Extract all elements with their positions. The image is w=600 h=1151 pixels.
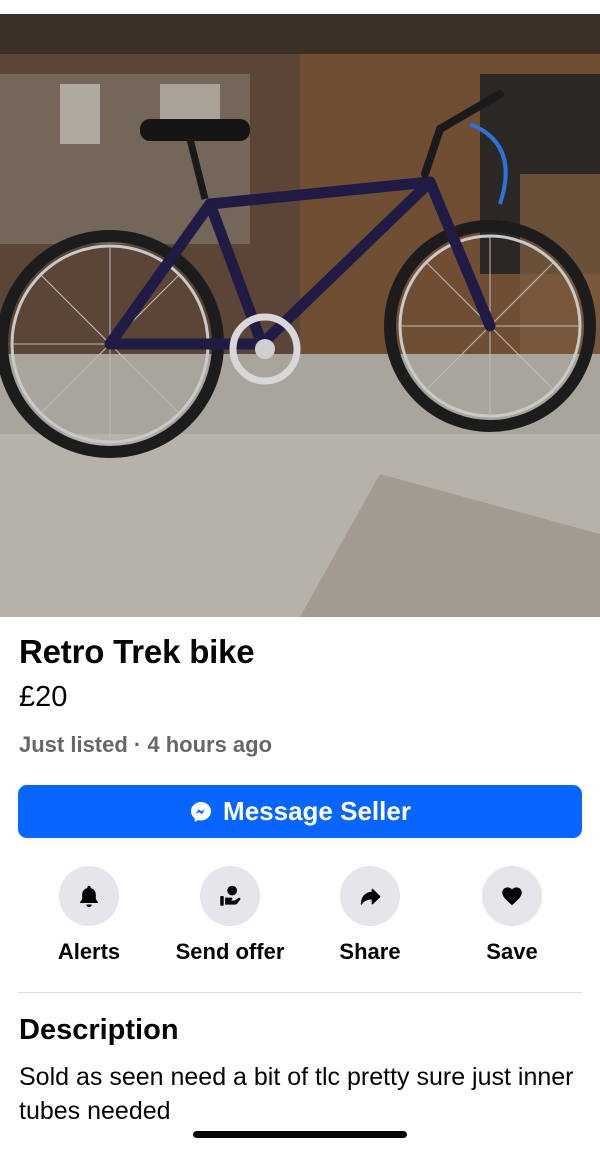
share-icon-circle — [340, 866, 400, 926]
save-icon-circle — [482, 866, 542, 926]
heart-icon — [502, 887, 522, 906]
action-row: Alerts Send offer Share Save — [18, 866, 582, 976]
listing-price: £20 — [19, 681, 68, 713]
share-icon — [360, 887, 381, 905]
save-label: Save — [486, 939, 538, 964]
description-text: Sold as seen need a bit of tlc pretty su… — [19, 1063, 574, 1125]
section-divider — [18, 992, 582, 993]
share-label: Share — [339, 939, 401, 964]
alerts-button[interactable]: Alerts — [19, 866, 159, 976]
send-offer-button[interactable]: Send offer — [160, 866, 300, 976]
alerts-label: Alerts — [57, 939, 121, 964]
bike-photo — [0, 14, 600, 617]
messenger-icon — [189, 800, 213, 824]
share-button[interactable]: Share — [300, 866, 440, 976]
message-seller-button[interactable]: Message Seller — [18, 785, 582, 838]
listing-title: Retro Trek bike — [19, 633, 255, 670]
description-heading: Description — [19, 1014, 179, 1046]
listing-photo[interactable] — [0, 14, 600, 617]
offer-icon — [220, 885, 241, 906]
alerts-icon-circle — [59, 866, 119, 926]
send-offer-label: Send offer — [175, 939, 285, 964]
home-indicator[interactable] — [193, 1131, 407, 1138]
send-offer-icon-circle — [200, 866, 260, 926]
message-seller-label: Message Seller — [223, 796, 411, 826]
save-button[interactable]: Save — [442, 866, 582, 976]
bell-icon — [80, 885, 98, 908]
listing-meta: Just listed · 4 hours ago — [19, 732, 273, 757]
